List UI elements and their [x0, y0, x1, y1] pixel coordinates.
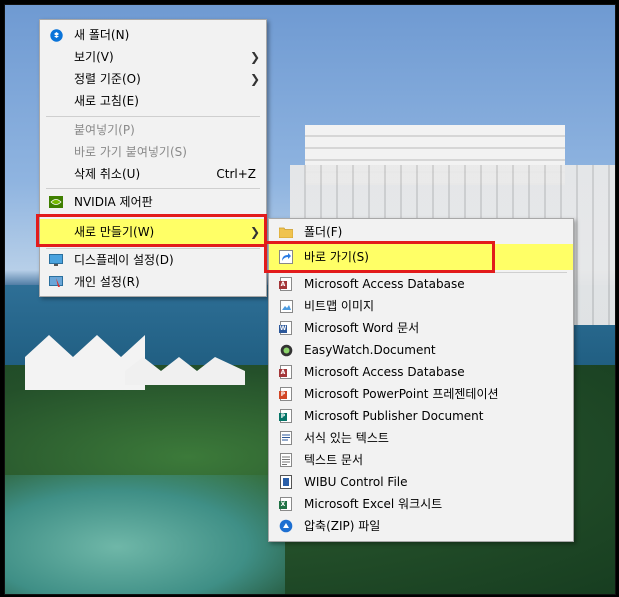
text-icon — [279, 453, 293, 467]
menu-item-label: 바로 가기 붙여넣기(S) — [74, 145, 187, 159]
submenu-item-shortcut[interactable]: 바로 가기(S) — [269, 244, 573, 270]
menu-item-label: Microsoft Word 문서 — [304, 321, 420, 335]
submenu-item-bitmap[interactable]: 비트맵 이미지 — [269, 295, 573, 317]
menu-separator — [46, 216, 260, 217]
publisher-icon: P — [279, 409, 293, 423]
menu-item-label: 디스플레이 설정(D) — [74, 253, 174, 267]
menu-item-new[interactable]: 새로 만들기(W) ❯ — [40, 219, 266, 245]
new-submenu: 폴더(F) 바로 가기(S) A Microsoft Access Databa… — [268, 218, 574, 542]
menu-item-label: 삭제 취소(U) — [74, 167, 141, 181]
menu-item-label: Microsoft Publisher Document — [304, 409, 484, 423]
word-icon: W — [279, 321, 293, 335]
excel-icon: X — [279, 497, 293, 511]
display-icon — [49, 253, 63, 267]
menu-item-label: 새 폴더(N) — [74, 28, 130, 42]
menu-item-label: 바로 가기(S) — [304, 250, 369, 264]
menu-item-paste-shortcut[interactable]: 바로 가기 붙여넣기(S) — [40, 141, 266, 163]
menu-item-sort-by[interactable]: 정렬 기준(O) ❯ — [40, 68, 266, 90]
submenu-item-excel-worksheet[interactable]: X Microsoft Excel 워크시트 — [269, 493, 573, 515]
dropbox-icon — [49, 28, 63, 42]
zip-icon — [279, 519, 293, 533]
shortcut-icon — [279, 250, 293, 264]
menu-item-refresh[interactable]: 새로 고침(E) — [40, 90, 266, 112]
menu-item-label: 폴더(F) — [304, 225, 343, 239]
access-icon: A — [279, 277, 293, 291]
menu-item-nvidia-control-panel[interactable]: NVIDIA 제어판 — [40, 191, 266, 213]
submenu-item-folder[interactable]: 폴더(F) — [269, 221, 573, 243]
menu-item-label: 새로 만들기(W) — [74, 225, 155, 239]
menu-item-label: 서식 있는 텍스트 — [304, 431, 389, 445]
submenu-item-rich-text[interactable]: 서식 있는 텍스트 — [269, 427, 573, 449]
submenu-item-access-database[interactable]: A Microsoft Access Database — [269, 273, 573, 295]
menu-item-label: Microsoft PowerPoint 프레젠테이션 — [304, 387, 499, 401]
menu-item-label: 정렬 기준(O) — [74, 72, 141, 86]
powerpoint-icon: P — [279, 387, 293, 401]
submenu-item-easywatch-document[interactable]: EasyWatch.Document — [269, 339, 573, 361]
menu-item-label: 개인 설정(R) — [74, 275, 140, 289]
submenu-item-zip-file[interactable]: 압축(ZIP) 파일 — [269, 515, 573, 537]
submenu-item-powerpoint[interactable]: P Microsoft PowerPoint 프레젠테이션 — [269, 383, 573, 405]
menu-item-view[interactable]: 보기(V) ❯ — [40, 46, 266, 68]
menu-item-label: 보기(V) — [74, 50, 114, 64]
submenu-item-text-document[interactable]: 텍스트 문서 — [269, 449, 573, 471]
desktop-context-menu: 새 폴더(N) 보기(V) ❯ 정렬 기준(O) ❯ 새로 고침(E) 붙여넣기… — [39, 19, 267, 297]
menu-item-paste[interactable]: 붙여넣기(P) — [40, 119, 266, 141]
submenu-item-wibu-control-file[interactable]: WIBU Control File — [269, 471, 573, 493]
menu-item-label: EasyWatch.Document — [304, 343, 436, 357]
rtf-icon — [279, 431, 293, 445]
submenu-item-word-document[interactable]: W Microsoft Word 문서 — [269, 317, 573, 339]
menu-item-label: 비트맵 이미지 — [304, 299, 375, 313]
menu-item-label: 압축(ZIP) 파일 — [304, 519, 381, 533]
personalize-icon — [49, 275, 63, 289]
nvidia-icon — [49, 195, 63, 209]
menu-item-label: Microsoft Access Database — [304, 277, 465, 291]
menu-item-label: Microsoft Access Database — [304, 365, 465, 379]
wibu-icon — [279, 475, 293, 489]
menu-item-label: WIBU Control File — [304, 475, 408, 489]
menu-item-label: 새로 고침(E) — [74, 94, 139, 108]
access-icon: A — [279, 365, 293, 379]
menu-item-label: 붙여넣기(P) — [74, 123, 135, 137]
menu-item-label: 텍스트 문서 — [304, 453, 364, 467]
menu-separator — [46, 188, 260, 189]
menu-separator — [46, 116, 260, 117]
easywatch-icon — [279, 343, 293, 357]
folder-icon — [279, 225, 293, 239]
menu-item-undo-delete[interactable]: 삭제 취소(U) Ctrl+Z — [40, 163, 266, 185]
lagoon-background — [5, 475, 285, 594]
submenu-item-publisher[interactable]: P Microsoft Publisher Document — [269, 405, 573, 427]
chevron-right-icon: ❯ — [249, 225, 260, 239]
chevron-right-icon: ❯ — [249, 50, 260, 64]
menu-item-label: Microsoft Excel 워크시트 — [304, 497, 443, 511]
chevron-right-icon: ❯ — [249, 72, 260, 86]
menu-item-new-folder[interactable]: 새 폴더(N) — [40, 24, 266, 46]
bitmap-icon — [279, 299, 293, 313]
menu-item-personalize[interactable]: 개인 설정(R) — [40, 271, 266, 293]
submenu-item-access-database-2[interactable]: A Microsoft Access Database — [269, 361, 573, 383]
shortcut-text: Ctrl+Z — [216, 167, 256, 181]
menu-item-label: NVIDIA 제어판 — [74, 195, 153, 209]
menu-item-display-settings[interactable]: 디스플레이 설정(D) — [40, 249, 266, 271]
